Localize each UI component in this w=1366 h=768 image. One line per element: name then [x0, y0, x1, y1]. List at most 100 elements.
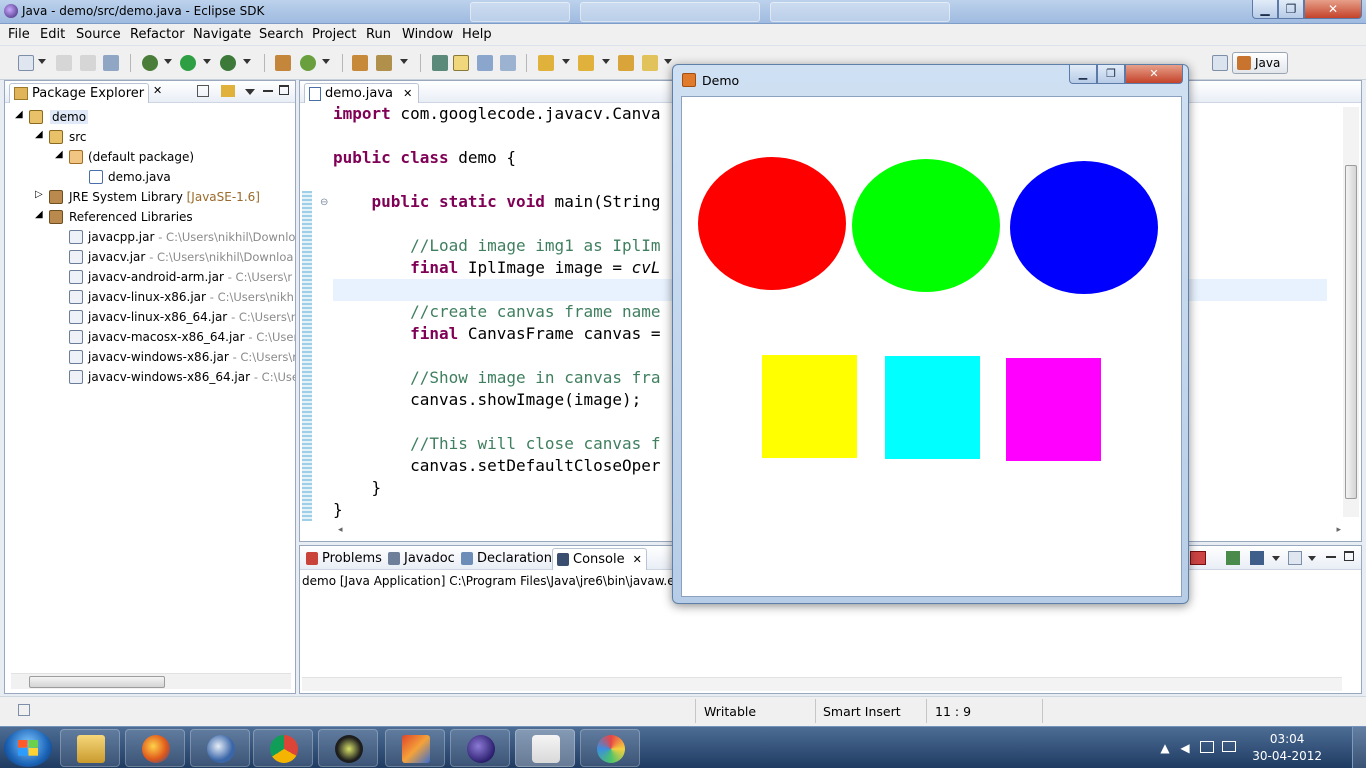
chevron-down-icon[interactable]	[664, 59, 672, 64]
code-area[interactable]: import com.googlecode.javacv.Canva publi…	[333, 103, 661, 521]
new-java-project-icon[interactable]	[275, 55, 291, 71]
tree-item-demo[interactable]: ◢ demo	[5, 107, 295, 127]
show-hidden-icons-icon[interactable]: ▲	[1158, 741, 1172, 755]
save-all-icon[interactable]	[80, 55, 96, 71]
tab-problems[interactable]: Problems	[302, 548, 386, 570]
taskbar-app-firefox[interactable]	[125, 729, 185, 767]
close-icon[interactable]: ✕	[633, 553, 642, 566]
taskbar-app-5[interactable]	[318, 729, 378, 767]
new-class-icon[interactable]	[300, 55, 316, 71]
menu-refactor[interactable]: Refactor	[130, 27, 185, 42]
menu-window[interactable]: Window	[402, 27, 453, 42]
tree-item-jar[interactable]: javacv-linux-x86_64.jar - C:\Users\ni	[5, 307, 295, 327]
chevron-down-icon[interactable]	[562, 59, 570, 64]
open-type-icon[interactable]	[352, 55, 368, 71]
save-icon[interactable]	[56, 55, 72, 71]
menu-project[interactable]: Project	[312, 27, 356, 42]
chevron-down-icon[interactable]	[400, 59, 408, 64]
tree-item-referenced-libraries[interactable]: ◢ Referenced Libraries	[5, 207, 295, 227]
taskbar-app-eclipse[interactable]	[450, 729, 510, 767]
chevron-down-icon[interactable]	[164, 59, 172, 64]
chevron-down-icon[interactable]	[1272, 556, 1280, 561]
print-icon[interactable]	[103, 55, 119, 71]
minimize-button[interactable]: ▁	[1252, 0, 1278, 19]
show-whitespace-icon[interactable]	[500, 55, 516, 71]
show-desktop-button[interactable]	[1352, 727, 1366, 768]
minimize-button[interactable]: ▁	[1069, 65, 1097, 84]
expand-arrow-icon[interactable]: ◢	[35, 129, 43, 140]
tree-item-jar[interactable]: javacv.jar - C:\Users\nikhil\Downloa	[5, 247, 295, 267]
menu-search[interactable]: Search	[259, 27, 304, 42]
chevron-down-icon[interactable]	[602, 59, 610, 64]
tree-item-jre-library[interactable]: ▷ JRE System Library [JavaSE-1.6]	[5, 187, 295, 207]
window-title-bar[interactable]: Java - demo/src/demo.java - Eclipse SDK …	[0, 0, 1366, 24]
close-icon[interactable]: ✕	[403, 87, 412, 100]
block-selection-icon[interactable]	[477, 55, 493, 71]
fold-icon[interactable]: ⊖	[320, 197, 328, 208]
maximize-view-icon[interactable]	[279, 85, 289, 95]
tree-item-default-package[interactable]: ◢ (default package)	[5, 147, 295, 167]
menu-file[interactable]: File	[8, 27, 30, 42]
horizontal-scrollbar[interactable]	[302, 677, 1342, 691]
tree-item-jar[interactable]: javacv-windows-x86_64.jar - C:\Use	[5, 367, 295, 387]
chevron-down-icon[interactable]	[322, 59, 330, 64]
minimize-view-icon[interactable]	[1326, 556, 1336, 558]
tab-console[interactable]: Console ✕	[552, 548, 647, 570]
clock[interactable]: 03:04 30-04-2012	[1252, 731, 1322, 765]
scroll-right-icon[interactable]: ▸	[1336, 525, 1341, 535]
maximize-button[interactable]: ❐	[1097, 65, 1125, 84]
close-button[interactable]: ✕	[1304, 0, 1362, 19]
scroll-left-icon[interactable]: ◂	[338, 525, 343, 535]
run-icon[interactable]	[180, 55, 196, 71]
scrollbar-thumb[interactable]	[1345, 165, 1357, 499]
new-icon[interactable]	[18, 55, 34, 71]
taskbar-app-6[interactable]	[385, 729, 445, 767]
debug-icon[interactable]	[142, 55, 158, 71]
toggle-annotation-icon[interactable]	[432, 55, 448, 71]
chevron-down-icon[interactable]	[203, 59, 211, 64]
external-tools-icon[interactable]	[220, 55, 236, 71]
tree-item-jar[interactable]: javacpp.jar - C:\Users\nikhil\Downlo	[5, 227, 295, 247]
open-console-icon[interactable]	[1288, 551, 1302, 565]
tree-item-jar[interactable]: javacv-windows-x86.jar - C:\Users\r	[5, 347, 295, 367]
menu-source[interactable]: Source	[76, 27, 121, 42]
chevron-down-icon[interactable]	[1308, 556, 1316, 561]
back-icon[interactable]	[642, 55, 658, 71]
taskbar-app-java[interactable]	[515, 729, 575, 767]
tree-item-demo-java[interactable]: demo.java	[5, 167, 295, 187]
link-with-editor-icon[interactable]	[221, 85, 235, 97]
expand-arrow-icon[interactable]: ◢	[35, 209, 43, 220]
tab-javadoc[interactable]: Javadoc	[384, 548, 459, 570]
taskbar-app-thunderbird[interactable]	[190, 729, 250, 767]
chevron-down-icon[interactable]	[243, 59, 251, 64]
collapse-all-icon[interactable]	[197, 85, 209, 97]
maximize-button[interactable]: ❐	[1278, 0, 1304, 19]
terminate-icon[interactable]	[1190, 551, 1206, 565]
tree-item-jar[interactable]: javacv-android-arm.jar - C:\Users\r	[5, 267, 295, 287]
close-button[interactable]: ✕	[1125, 65, 1183, 84]
menu-edit[interactable]: Edit	[40, 27, 65, 42]
taskbar-app-explorer[interactable]	[60, 729, 120, 767]
menu-navigate[interactable]: Navigate	[193, 27, 251, 42]
fast-view-icon[interactable]	[18, 704, 30, 716]
last-edit-icon[interactable]	[618, 55, 634, 71]
horizontal-scrollbar[interactable]	[11, 673, 291, 689]
scrollbar-thumb[interactable]	[29, 676, 165, 688]
expand-arrow-icon[interactable]: ◢	[55, 149, 63, 160]
tab-declaration[interactable]: Declaration	[457, 548, 556, 570]
chevron-down-icon[interactable]	[38, 59, 46, 64]
volume-icon[interactable]: ◀	[1178, 741, 1192, 755]
tree-item-jar[interactable]: javacv-macosx-x86_64.jar - C:\Users	[5, 327, 295, 347]
expand-arrow-icon[interactable]: ◢	[15, 109, 23, 120]
vertical-scrollbar[interactable]	[1343, 107, 1359, 517]
tree-item-src[interactable]: ◢ src	[5, 127, 295, 147]
demo-window[interactable]: Demo ▁ ❐ ✕	[672, 64, 1189, 604]
tree-item-jar[interactable]: javacv-linux-x86.jar - C:\Users\nikhil	[5, 287, 295, 307]
minimize-view-icon[interactable]	[263, 90, 273, 92]
view-menu-icon[interactable]	[245, 89, 255, 95]
tab-package-explorer[interactable]: Package Explorer ✕	[9, 83, 162, 103]
maximize-view-icon[interactable]	[1344, 551, 1354, 561]
java-perspective-button[interactable]: Java	[1232, 52, 1288, 74]
network-icon[interactable]	[1222, 741, 1236, 752]
menu-run[interactable]: Run	[366, 27, 391, 42]
